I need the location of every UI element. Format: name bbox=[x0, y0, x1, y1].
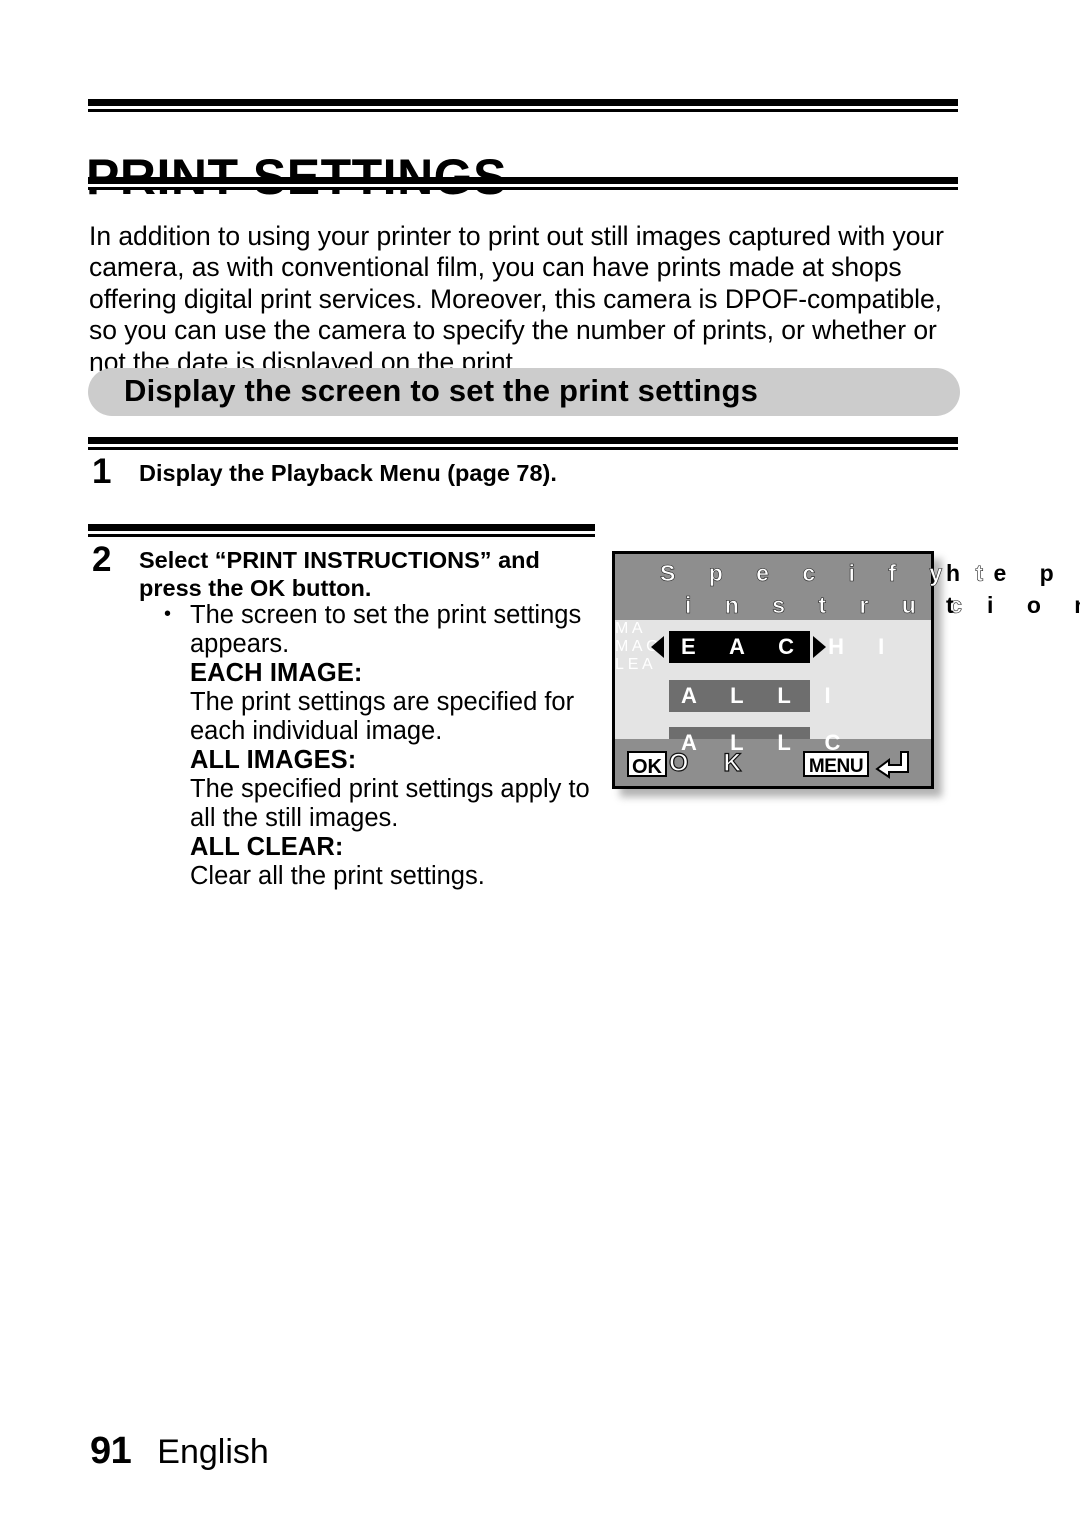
step-2-bullet: • The screen to set the print settings a… bbox=[160, 601, 590, 659]
lcd-menu-list: E A C H I A L L I A L L C M A M A G L E … bbox=[615, 620, 931, 759]
lcd-screen: E A C H I A L L I A L L C M A M A G L E … bbox=[612, 551, 934, 789]
lcd-heading-overflow-line1: h e p r bbox=[946, 560, 1080, 586]
step-1-text: Display the Playback Menu (page 78). bbox=[139, 460, 557, 486]
lcd-heading-overflow-text: h e p r t i o n bbox=[938, 554, 1080, 624]
option-desc-all-images: The specified print settings apply to al… bbox=[190, 775, 590, 832]
step-2-details: • The screen to set the print settings a… bbox=[160, 601, 590, 891]
option-desc-each-image: The print settings are specified for eac… bbox=[190, 688, 575, 745]
lcd-menu-item-label: E A C H I bbox=[681, 634, 899, 659]
step-2-text: Select “PRINT INSTRUCTIONS” and press th… bbox=[139, 547, 540, 601]
footer-language: English bbox=[157, 1433, 269, 1471]
return-arrow-icon bbox=[875, 751, 909, 779]
step-2-bullet-text: The screen to set the print settings app… bbox=[190, 601, 582, 658]
camera-lcd-illustration: E A C H I A L L I A L L C M A M A G L E … bbox=[612, 551, 942, 797]
lcd-menu-item-label: A L L C bbox=[681, 730, 855, 755]
bullet-dot-icon: • bbox=[164, 603, 172, 625]
page-footer: 91 English bbox=[90, 1430, 269, 1473]
lcd-top-band bbox=[615, 554, 931, 620]
step-1-number: 1 bbox=[92, 452, 112, 491]
footer-page-number: 91 bbox=[90, 1430, 132, 1472]
option-name-all-clear: ALL CLEAR: bbox=[190, 833, 344, 861]
lcd-heading-overflow-line2: t i o n bbox=[946, 592, 1080, 618]
step-2-number: 2 bbox=[92, 540, 112, 579]
section-heading-text: Display the screen to set the print sett… bbox=[124, 373, 759, 408]
lcd-menu-item-label: A L L I bbox=[681, 683, 845, 708]
document-page: PRINT SETTINGS In addition to using your… bbox=[0, 0, 1080, 1521]
intro-paragraph: In addition to using your printer to pri… bbox=[89, 220, 944, 377]
step-1-rule bbox=[88, 437, 958, 450]
option-name-each-image: EACH IMAGE: bbox=[190, 659, 363, 687]
arrow-left-icon bbox=[651, 636, 664, 658]
title-rule-top bbox=[88, 99, 958, 112]
option-name-all-images: ALL IMAGES: bbox=[190, 746, 357, 774]
ok-button-badge[interactable]: OK bbox=[627, 751, 667, 777]
option-desc-all-clear: Clear all the print settings. bbox=[190, 862, 485, 890]
step-2-rule bbox=[88, 524, 595, 537]
title-rule-bottom bbox=[88, 177, 958, 190]
section-heading-banner: Display the screen to set the print sett… bbox=[88, 368, 960, 416]
